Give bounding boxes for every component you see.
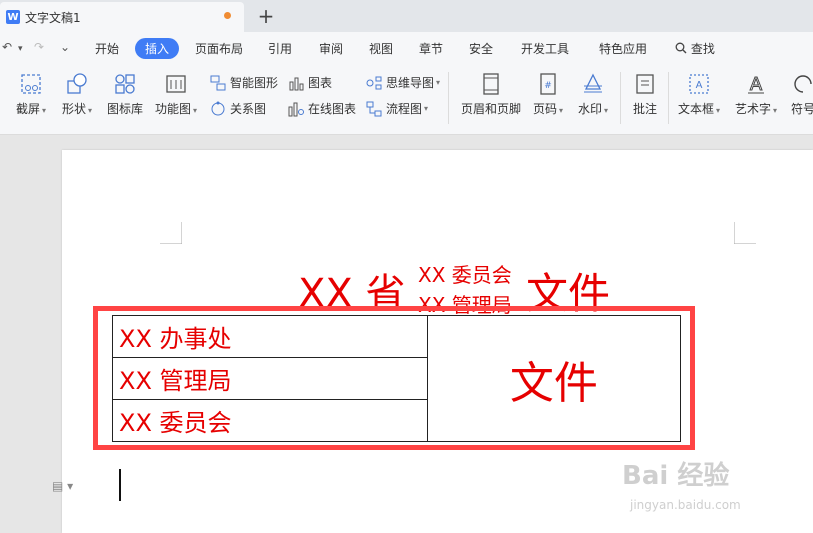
header-footer-button[interactable]: 页眉和页脚 <box>460 72 522 117</box>
symbol-button[interactable]: 符号 <box>791 72 813 117</box>
menu-view[interactable]: 视图 <box>369 40 393 57</box>
comment-icon <box>636 74 654 94</box>
symbol-icon <box>794 75 812 93</box>
merged-cell[interactable]: 文件 <box>426 315 682 442</box>
svg-text:A: A <box>696 80 703 91</box>
paragraph-options-icon[interactable]: ▤ ▾ <box>52 479 73 493</box>
shape-icon <box>67 73 87 94</box>
svg-text:A: A <box>750 74 763 95</box>
textbox-button[interactable]: A 文本框 ▾ <box>676 72 722 117</box>
redo-icon[interactable]: ↷ <box>34 40 44 54</box>
site-watermark: Bai 经验 <box>622 461 730 491</box>
header-footer-icon <box>483 73 499 95</box>
table-cell[interactable]: XX 办事处 <box>112 315 428 358</box>
online-chart-button[interactable]: 在线图表 <box>288 100 356 117</box>
flowchart-icon <box>366 101 382 116</box>
page-number-button[interactable]: # 页码 ▾ <box>531 72 565 117</box>
chart-icon <box>289 77 304 90</box>
watermark-button[interactable]: 水印 ▾ <box>576 72 610 117</box>
comment-button[interactable]: 批注 <box>630 72 660 117</box>
undo-dropdown-icon[interactable]: ▾ <box>18 44 23 54</box>
search-icon <box>675 42 687 54</box>
menu-security[interactable]: 安全 <box>469 40 493 57</box>
menu-home[interactable]: 开始 <box>95 40 119 57</box>
department-table[interactable]: XX 办事处 文件 XX 管理局 XX 委员会 <box>112 315 682 442</box>
table-cell[interactable]: XX 委员会 <box>112 399 428 442</box>
search-button[interactable]: 查找 <box>675 40 715 57</box>
doc-title-stack-top: XX 委员会 <box>418 263 512 287</box>
menu-section[interactable]: 章节 <box>419 40 443 57</box>
menu-special-apps[interactable]: 特色应用 <box>599 40 647 57</box>
ribbon-separator <box>620 72 621 124</box>
menu-references[interactable]: 引用 <box>268 40 292 57</box>
flowchart-button[interactable]: 流程图 ▾ <box>366 100 428 117</box>
customize-quick-access-icon[interactable]: ⌄ <box>60 40 70 54</box>
function-chart-button[interactable]: 功能图 ▾ <box>154 72 198 117</box>
unsaved-indicator-icon <box>224 12 231 19</box>
new-tab-button[interactable]: + <box>256 4 276 28</box>
margin-corner-mark <box>160 222 182 244</box>
icon-library-icon <box>115 74 135 94</box>
textbox-icon: A <box>689 74 709 94</box>
menu-page-layout[interactable]: 页面布局 <box>195 40 243 57</box>
chart-button[interactable]: 图表 <box>288 74 332 91</box>
watermark-icon <box>584 73 602 93</box>
ribbon-separator <box>668 72 669 124</box>
menu-insert[interactable]: 插入 <box>135 38 180 59</box>
screenshot-icon <box>21 74 41 94</box>
site-watermark-url: jingyan.baidu.com <box>630 498 741 512</box>
margin-corner-mark <box>734 222 756 244</box>
svg-text:#: # <box>544 81 552 91</box>
wps-writer-icon: W <box>6 10 20 24</box>
relation-chart-icon <box>211 101 225 115</box>
page-number-icon: # <box>540 73 556 95</box>
wordart-button[interactable]: A 艺术字 ▾ <box>733 72 779 117</box>
ribbon-separator <box>448 72 449 124</box>
online-chart-icon <box>288 102 304 116</box>
text-cursor <box>119 469 121 501</box>
undo-icon[interactable]: ↶ <box>2 40 12 54</box>
title-bar: W 文字文稿1 + <box>0 0 813 32</box>
icon-library-button[interactable]: 图标库 <box>106 72 144 117</box>
function-chart-icon <box>166 75 186 93</box>
ribbon-toolbar: 截屏 ▾ 形状 ▾ 图标库 功能图 ▾ 智能图形 图表 思维导图 ▾ 关系图 在… <box>0 64 813 135</box>
relation-chart-button[interactable]: 关系图 <box>210 100 266 117</box>
mind-map-button[interactable]: 思维导图 ▾ <box>366 74 440 91</box>
wordart-icon: A <box>748 74 764 96</box>
table-cell[interactable]: XX 管理局 <box>112 357 428 400</box>
document-tab[interactable]: W 文字文稿1 <box>0 2 244 32</box>
mind-map-icon <box>366 76 382 89</box>
tab-title: 文字文稿1 <box>25 10 81 25</box>
menu-developer-tools[interactable]: 开发工具 <box>521 40 569 57</box>
smart-shape-icon <box>210 75 226 90</box>
screenshot-button[interactable]: 截屏 ▾ <box>14 72 48 117</box>
table-row: XX 办事处 文件 <box>112 315 682 442</box>
smart-shape-button[interactable]: 智能图形 <box>210 74 278 91</box>
menu-bar: ↶ ▾ ↷ ⌄ 开始 插入 页面布局 引用 审阅 视图 章节 安全 开发工具 特… <box>0 32 813 64</box>
menu-review[interactable]: 审阅 <box>319 40 343 57</box>
shape-button[interactable]: 形状 ▾ <box>60 72 94 117</box>
search-label: 查找 <box>690 42 715 56</box>
